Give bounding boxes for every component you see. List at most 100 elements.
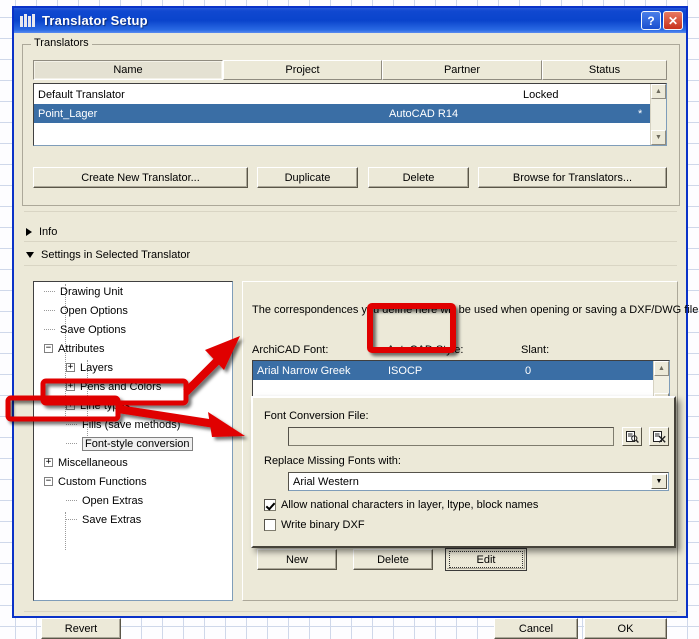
tree-item-label: Line types	[80, 399, 131, 412]
divider	[24, 265, 677, 266]
tree-item-save-options[interactable]: Save Options	[34, 320, 232, 339]
translator-project: AutoCAD R14	[389, 107, 459, 120]
table-row[interactable]: Arial Narrow Greek ISOCP 0	[253, 361, 669, 380]
ok-button[interactable]: OK	[584, 618, 667, 639]
tree-item-attributes[interactable]: − Attributes	[34, 339, 232, 358]
column-header-partner[interactable]: Partner	[382, 60, 542, 80]
write-binary-dxf-checkbox[interactable]: Write binary DXF	[264, 519, 365, 531]
translator-setup-window: Translator Setup ? ✕ Translators Name Pr…	[12, 6, 699, 639]
tree-leaf-connector	[66, 518, 77, 521]
title-bar[interactable]: Translator Setup ? ✕	[14, 8, 686, 33]
column-header-name[interactable]: Name	[33, 60, 223, 80]
tree-expand-icon[interactable]: +	[44, 458, 53, 467]
section-settings-label: Settings in Selected Translator	[41, 249, 191, 261]
allow-national-characters-checkbox[interactable]: Allow national characters in layer, ltyp…	[264, 499, 538, 511]
scroll-down-icon[interactable]: ▼	[651, 130, 666, 145]
tree-item-open-options[interactable]: Open Options	[34, 301, 232, 320]
tree-item-font-style-conversion[interactable]: Font-style conversion	[34, 434, 232, 453]
clear-file-icon[interactable]	[649, 427, 669, 446]
column-header-status[interactable]: Status	[542, 60, 667, 80]
replace-missing-fonts-select[interactable]: Arial Western ▼	[288, 472, 669, 491]
tree-item-label: Attributes	[58, 342, 105, 355]
browse-file-icon[interactable]	[622, 427, 642, 446]
translator-name: Default Translator	[38, 88, 125, 101]
tree-item-label: Save Options	[60, 323, 127, 336]
tree-item-open-extras[interactable]: Open Extras	[34, 491, 232, 510]
window-title: Translator Setup	[42, 13, 148, 28]
tree-leaf-connector	[44, 328, 55, 331]
window-client-area: Translators Name Project Partner Status …	[14, 33, 699, 639]
tree-item-label: Fills (save methods)	[82, 418, 181, 431]
tree-item-drawing-unit[interactable]: Drawing Unit	[34, 282, 232, 301]
column-label-archicad-font: ArchiCAD Font:	[252, 344, 329, 356]
chevron-right-icon	[26, 228, 32, 236]
section-settings[interactable]: Settings in Selected Translator	[26, 249, 190, 261]
divider	[24, 611, 677, 612]
chevron-down-icon	[26, 252, 34, 258]
divider	[24, 241, 677, 242]
close-icon[interactable]: ✕	[663, 11, 683, 30]
translators-list[interactable]: Default Translator Locked Point_Lager Au…	[33, 83, 667, 146]
edit-button[interactable]: Edit	[445, 548, 527, 571]
tree-item-layers[interactable]: + Layers	[34, 358, 232, 377]
scroll-up-icon[interactable]: ▲	[654, 361, 669, 376]
column-header-project[interactable]: Project	[223, 60, 382, 80]
chevron-down-icon[interactable]: ▼	[651, 474, 667, 489]
font-conversion-file-input[interactable]	[288, 427, 614, 446]
archicad-bars-icon	[20, 14, 36, 27]
clear-file-glyph	[652, 430, 666, 443]
tree-item-fills-save-methods[interactable]: Fills (save methods)	[34, 415, 232, 434]
tree-item-label: Open Options	[60, 304, 128, 317]
tree-item-label: Miscellaneous	[58, 456, 128, 469]
tree-item-label: Font-style conversion	[82, 436, 193, 451]
translator-status: *	[638, 107, 643, 120]
translators-list-scrollbar[interactable]: ▲ ▼	[650, 84, 666, 145]
tree-collapse-icon[interactable]: −	[44, 477, 53, 486]
new-button[interactable]: New	[257, 549, 337, 570]
tree-expand-icon[interactable]: +	[66, 382, 75, 391]
browse-for-translators-button[interactable]: Browse for Translators...	[478, 167, 667, 188]
tree-collapse-icon[interactable]: −	[44, 344, 53, 353]
help-icon[interactable]: ?	[641, 11, 661, 30]
delete-translator-button[interactable]: Delete	[368, 167, 469, 188]
table-row[interactable]: Point_Lager AutoCAD R14 *	[34, 104, 666, 123]
revert-button[interactable]: Revert	[41, 618, 121, 639]
column-label-autocad-style: AutoCAD Style:	[387, 344, 464, 356]
checkbox-box[interactable]	[264, 499, 276, 511]
tree-expand-icon[interactable]: +	[66, 363, 75, 372]
translator-name: Point_Lager	[38, 107, 98, 120]
replace-missing-fonts-label: Replace Missing Fonts with:	[264, 455, 401, 467]
translator-status: Locked	[523, 88, 559, 101]
settings-tree[interactable]: Drawing Unit Open Options Save Options − Att…	[33, 281, 233, 601]
focus-ring	[449, 551, 523, 568]
create-new-translator-button[interactable]: Create New Translator...	[33, 167, 248, 188]
checkbox-box[interactable]	[264, 519, 276, 531]
tree-item-custom-functions[interactable]: − Custom Functions	[34, 472, 232, 491]
replace-missing-fonts-value: Arial Western	[293, 475, 359, 488]
checkbox-label: Allow national characters in layer, ltyp…	[281, 499, 539, 511]
tree-item-line-types[interactable]: + Line types	[34, 396, 232, 415]
tree-leaf-connector	[66, 423, 77, 426]
tree-item-pens-and-colors[interactable]: + Pens and Colors	[34, 377, 232, 396]
browse-file-glyph	[625, 430, 639, 443]
tree-item-label: Drawing Unit	[60, 285, 123, 298]
table-row[interactable]: Default Translator Locked	[34, 85, 666, 104]
tree-item-label: Custom Functions	[58, 475, 147, 488]
slant-value: 0	[525, 364, 532, 377]
translators-group-label: Translators	[31, 37, 92, 49]
divider	[24, 211, 677, 212]
font-conversion-subdialog: Font Conversion File: Replace Missing Fo…	[251, 396, 676, 548]
tree-expand-icon[interactable]: +	[66, 401, 75, 410]
scroll-up-icon[interactable]: ▲	[651, 84, 666, 99]
tree-item-miscellaneous[interactable]: + Miscellaneous	[34, 453, 232, 472]
tree-leaf-connector	[44, 309, 55, 312]
tree-item-save-extras[interactable]: Save Extras	[34, 510, 232, 529]
tree-item-label: Open Extras	[82, 494, 144, 507]
delete-font-button[interactable]: Delete	[353, 549, 433, 570]
checkbox-label: Write binary DXF	[281, 519, 365, 531]
section-info[interactable]: Info	[26, 226, 57, 238]
duplicate-button[interactable]: Duplicate	[257, 167, 358, 188]
cancel-button[interactable]: Cancel	[494, 618, 578, 639]
tree-item-label: Save Extras	[82, 513, 142, 526]
translators-column-headers: Name Project Partner Status	[33, 60, 667, 80]
